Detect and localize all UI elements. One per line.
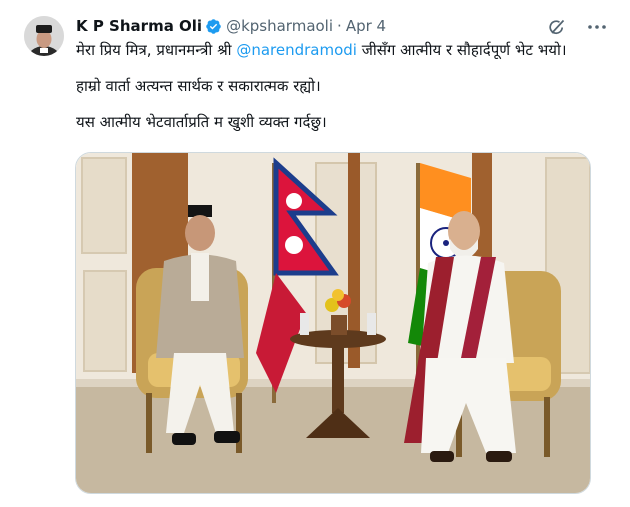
tweet: K P Sharma Oli @kpsharmaoli · Apr 4 मेरा… [0, 0, 630, 507]
grok-icon[interactable] [548, 18, 566, 36]
tweet-text-line-3: यस आत्मीय भेटवार्ताप्रति म खुशी व्यक्त ग… [76, 113, 327, 131]
tweet-date[interactable]: Apr 4 [346, 17, 386, 35]
tweet-text-line-1: मेरा प्रिय मित्र, प्रधानमन्त्री श्री @na… [76, 40, 606, 60]
tweet-text-line-2: हाम्रो वार्ता अत्यन्त सार्थक र सकारात्मक… [76, 77, 321, 95]
tweet-text-part: जीसँग आत्मीय र सौहार्दपूर्ण भेट भयो। [356, 41, 567, 59]
avatar[interactable] [24, 16, 64, 56]
verified-badge-icon [205, 18, 222, 35]
tweet-header: K P Sharma Oli @kpsharmaoli · Apr 4 [76, 15, 386, 37]
more-options-icon[interactable] [586, 18, 608, 36]
tweet-text: मेरा प्रिय मित्र, प्रधानमन्त्री श्री @na… [76, 40, 606, 148]
mention-link[interactable]: @narendramodi [236, 41, 357, 59]
tweet-text-part: मेरा प्रिय मित्र, प्रधानमन्त्री श्री [76, 41, 237, 59]
author-name[interactable]: K P Sharma Oli [76, 17, 202, 35]
tweet-photo[interactable] [75, 152, 591, 494]
author-handle[interactable]: @kpsharmaoli [226, 17, 333, 35]
photo-scene [76, 153, 590, 493]
separator-dot: · [337, 17, 342, 35]
